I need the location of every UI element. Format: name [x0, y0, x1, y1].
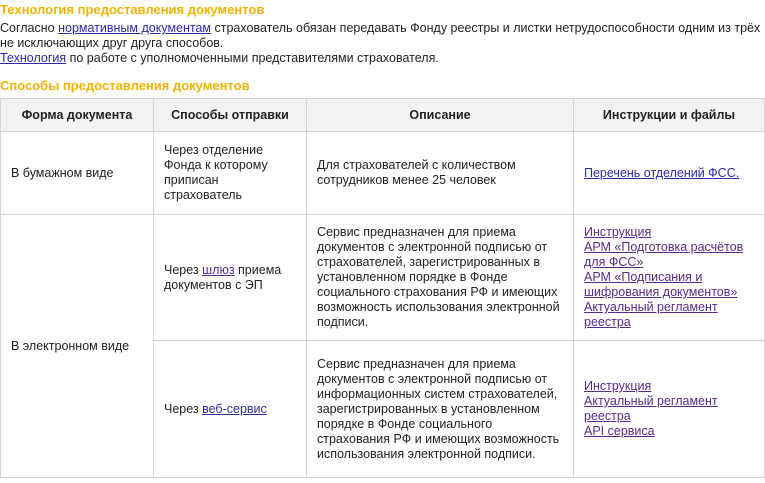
cell-description-paper: Для страхователей с количеством сотрудни…	[306, 131, 574, 215]
normative-documents-link[interactable]: нормативным документам	[58, 21, 211, 35]
arm-preparation-link[interactable]: АРМ «Подготовка расчётов для ФСС»	[584, 240, 743, 269]
fss-branches-link[interactable]: Перечень отделений ФСС.	[584, 166, 739, 180]
webservice-registry-regulation-link[interactable]: Актуальный регламент реестра	[584, 394, 718, 423]
gateway-registry-regulation-link[interactable]: Актуальный регламент реестра	[584, 300, 718, 329]
header-method: Способы отправки	[153, 98, 307, 132]
cell-method-gateway: Через шлюз приема документов с ЭП	[153, 214, 307, 341]
section-title-methods: Способы предоставления документов	[0, 78, 250, 93]
gateway-link[interactable]: шлюз	[202, 263, 234, 277]
section-title-technology: Технология предоставления документов	[0, 2, 265, 17]
method-webservice-before: Через	[164, 401, 203, 416]
intro-text: Согласно нормативным документам страхова…	[0, 21, 765, 66]
table-row: В бумажном виде Через отделение Фонда к …	[0, 131, 765, 215]
intro-text-before: Согласно	[0, 21, 59, 35]
gateway-instruction-link[interactable]: Инструкция	[584, 225, 651, 239]
cell-form-paper: В бумажном виде	[0, 131, 154, 215]
header-form: Форма документа	[0, 98, 154, 132]
webservice-link[interactable]: веб-сервис	[202, 402, 267, 416]
cell-files-paper: Перечень отделений ФСС.	[573, 131, 765, 215]
cell-files-webservice: Инструкция Актуальный регламент реестра …	[573, 340, 765, 478]
page: Технология предоставления документов Сог…	[0, 0, 765, 483]
cell-files-gateway: Инструкция АРМ «Подготовка расчётов для …	[573, 214, 765, 341]
table-header-row: Форма документа Способы отправки Описани…	[0, 98, 765, 132]
cell-description-gateway: Сервис предназначен для приема документо…	[306, 214, 574, 341]
cell-form-electronic: В электронном виде	[0, 214, 154, 478]
cell-method-webservice: Через веб-сервис	[153, 340, 307, 478]
method-gateway-before: Через	[164, 262, 203, 277]
table-row: В электронном виде Через шлюз приема док…	[0, 214, 765, 478]
methods-table: Форма документа Способы отправки Описани…	[0, 98, 765, 478]
arm-signing-link[interactable]: АРМ «Подписания и шифрования документов»	[584, 270, 737, 299]
cell-method-paper: Через отделение Фонда к которому приписа…	[153, 131, 307, 215]
header-files: Инструкции и файлы	[573, 98, 765, 132]
technology-text: по работе с уполномоченными представител…	[66, 51, 439, 65]
technology-link[interactable]: Технология	[0, 51, 66, 65]
cell-description-webservice: Сервис предназначен для приема документо…	[306, 340, 574, 478]
header-description: Описание	[306, 98, 574, 132]
api-service-link[interactable]: API сервиса	[584, 424, 655, 438]
webservice-instruction-link[interactable]: Инструкция	[584, 379, 651, 393]
